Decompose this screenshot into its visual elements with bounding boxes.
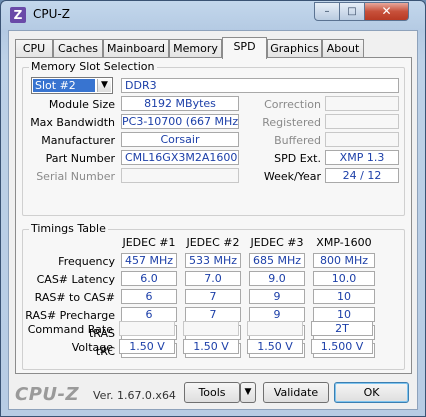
part-number-label: Part Number (45, 152, 115, 165)
module-size-field: 8192 MBytes (121, 96, 239, 111)
timing-cell: 9 (249, 307, 305, 322)
memory-type-field: DDR3 (121, 78, 399, 93)
col-xmp-1600: XMP-1600 (316, 236, 372, 249)
col-jedec-1: JEDEC #1 (122, 236, 176, 249)
col-jedec-3: JEDEC #3 (250, 236, 304, 249)
validate-button[interactable]: Validate (263, 382, 329, 403)
tab-memory[interactable]: Memory (169, 39, 222, 58)
timing-cell: 1.50 V (119, 339, 175, 354)
serial-number-field (121, 168, 239, 183)
tab-mainboard[interactable]: Mainboard (103, 39, 169, 58)
version-text: Ver. 1.67.0.x64 (93, 389, 176, 402)
timing-cell (119, 321, 175, 336)
chevron-down-icon[interactable]: ▼ (240, 382, 256, 403)
cpuz-window: Z CPU-Z – □ ✕ CPU Caches Mainboard Memor… (0, 0, 426, 417)
timing-cell: 1.50 V (247, 339, 303, 354)
memory-slot-group-title: Memory Slot Selection (29, 60, 157, 73)
ok-button[interactable]: OK (334, 382, 409, 403)
spd-ext-field: XMP 1.3 (325, 150, 399, 165)
registered-field (325, 114, 399, 129)
timing-cell: 7 (185, 307, 241, 322)
timing-cell: 10.0 (313, 271, 375, 286)
row-label-command-rate: Command Rate (27, 323, 113, 336)
timing-cell: 10 (313, 307, 375, 322)
close-button[interactable]: ✕ (364, 2, 409, 21)
tab-about[interactable]: About (322, 39, 364, 58)
cpuz-brand-logo: CPU-Z (15, 384, 80, 405)
timings-group-title: Timings Table (29, 222, 108, 235)
correction-field (325, 96, 399, 111)
timing-cell: 533 MHz (185, 253, 241, 268)
row-label-frequency: Frequency (58, 255, 115, 268)
buffered-field (325, 132, 399, 147)
row-label-ras-to-cas: RAS# to CAS# (34, 291, 115, 304)
manufacturer-label: Manufacturer (41, 134, 115, 147)
serial-number-label: Serial Number (36, 170, 115, 183)
footer-bar: CPU-Z Ver. 1.67.0.x64 Tools ▼ Validate O… (9, 376, 419, 409)
cpuz-app-icon: Z (10, 7, 26, 23)
registered-label: Registered (262, 116, 321, 129)
timing-cell (183, 321, 239, 336)
timing-cell: 1.500 V (311, 339, 373, 354)
part-number-field: CML16GX3M2A1600C10 (121, 150, 239, 165)
tab-graphics[interactable]: Graphics (267, 39, 322, 58)
memory-slot-group: Memory Slot Selection Slot #2 ▼ DDR3 Mod… (22, 60, 405, 216)
correction-label: Correction (264, 98, 321, 111)
slot-select[interactable]: Slot #2 ▼ (31, 77, 113, 94)
tools-button[interactable]: Tools (184, 382, 240, 403)
timing-cell: 685 MHz (249, 253, 305, 268)
window-title: CPU-Z (33, 7, 70, 21)
timing-cell: 1.50 V (183, 339, 239, 354)
col-jedec-2: JEDEC #2 (186, 236, 240, 249)
week-year-field: 24 / 12 (325, 168, 399, 183)
timing-cell: 6.0 (121, 271, 177, 286)
timing-cell: 7 (185, 289, 241, 304)
timing-cell: 457 MHz (121, 253, 177, 268)
timing-cell: 2T (311, 321, 373, 336)
timing-cell: 6 (121, 289, 177, 304)
timing-cell: 800 MHz (313, 253, 375, 268)
maximize-button[interactable]: □ (339, 2, 365, 21)
manufacturer-field: Corsair (121, 132, 239, 147)
week-year-label: Week/Year (263, 170, 321, 183)
row-label-cas-latency: CAS# Latency (36, 273, 115, 286)
tab-spd[interactable]: SPD (222, 37, 267, 59)
max-bandwidth-field: PC3-10700 (667 MHz) (121, 114, 239, 129)
client-area: CPU Caches Mainboard Memory SPD Graphics… (8, 30, 418, 410)
minimize-button[interactable]: – (314, 2, 340, 21)
spd-ext-label: SPD Ext. (274, 152, 321, 165)
title-bar[interactable]: Z CPU-Z – □ ✕ (1, 1, 425, 29)
slot-select-value: Slot #2 (33, 79, 95, 92)
tab-cpu[interactable]: CPU (15, 39, 53, 58)
timing-cell: 9 (249, 289, 305, 304)
timing-cell: 6 (121, 307, 177, 322)
max-bandwidth-label: Max Bandwidth (30, 116, 115, 129)
timing-cell: 9.0 (249, 271, 305, 286)
chevron-down-icon[interactable]: ▼ (97, 79, 111, 92)
module-size-label: Module Size (48, 98, 115, 111)
timing-cell: 7.0 (185, 271, 241, 286)
row-label-ras-precharge: RAS# Precharge (25, 309, 115, 322)
tab-caches[interactable]: Caches (53, 39, 103, 58)
timing-cell: 10 (313, 289, 375, 304)
buffered-label: Buffered (274, 134, 321, 147)
row-label-voltage: Voltage (71, 341, 113, 354)
timing-cell (247, 321, 303, 336)
